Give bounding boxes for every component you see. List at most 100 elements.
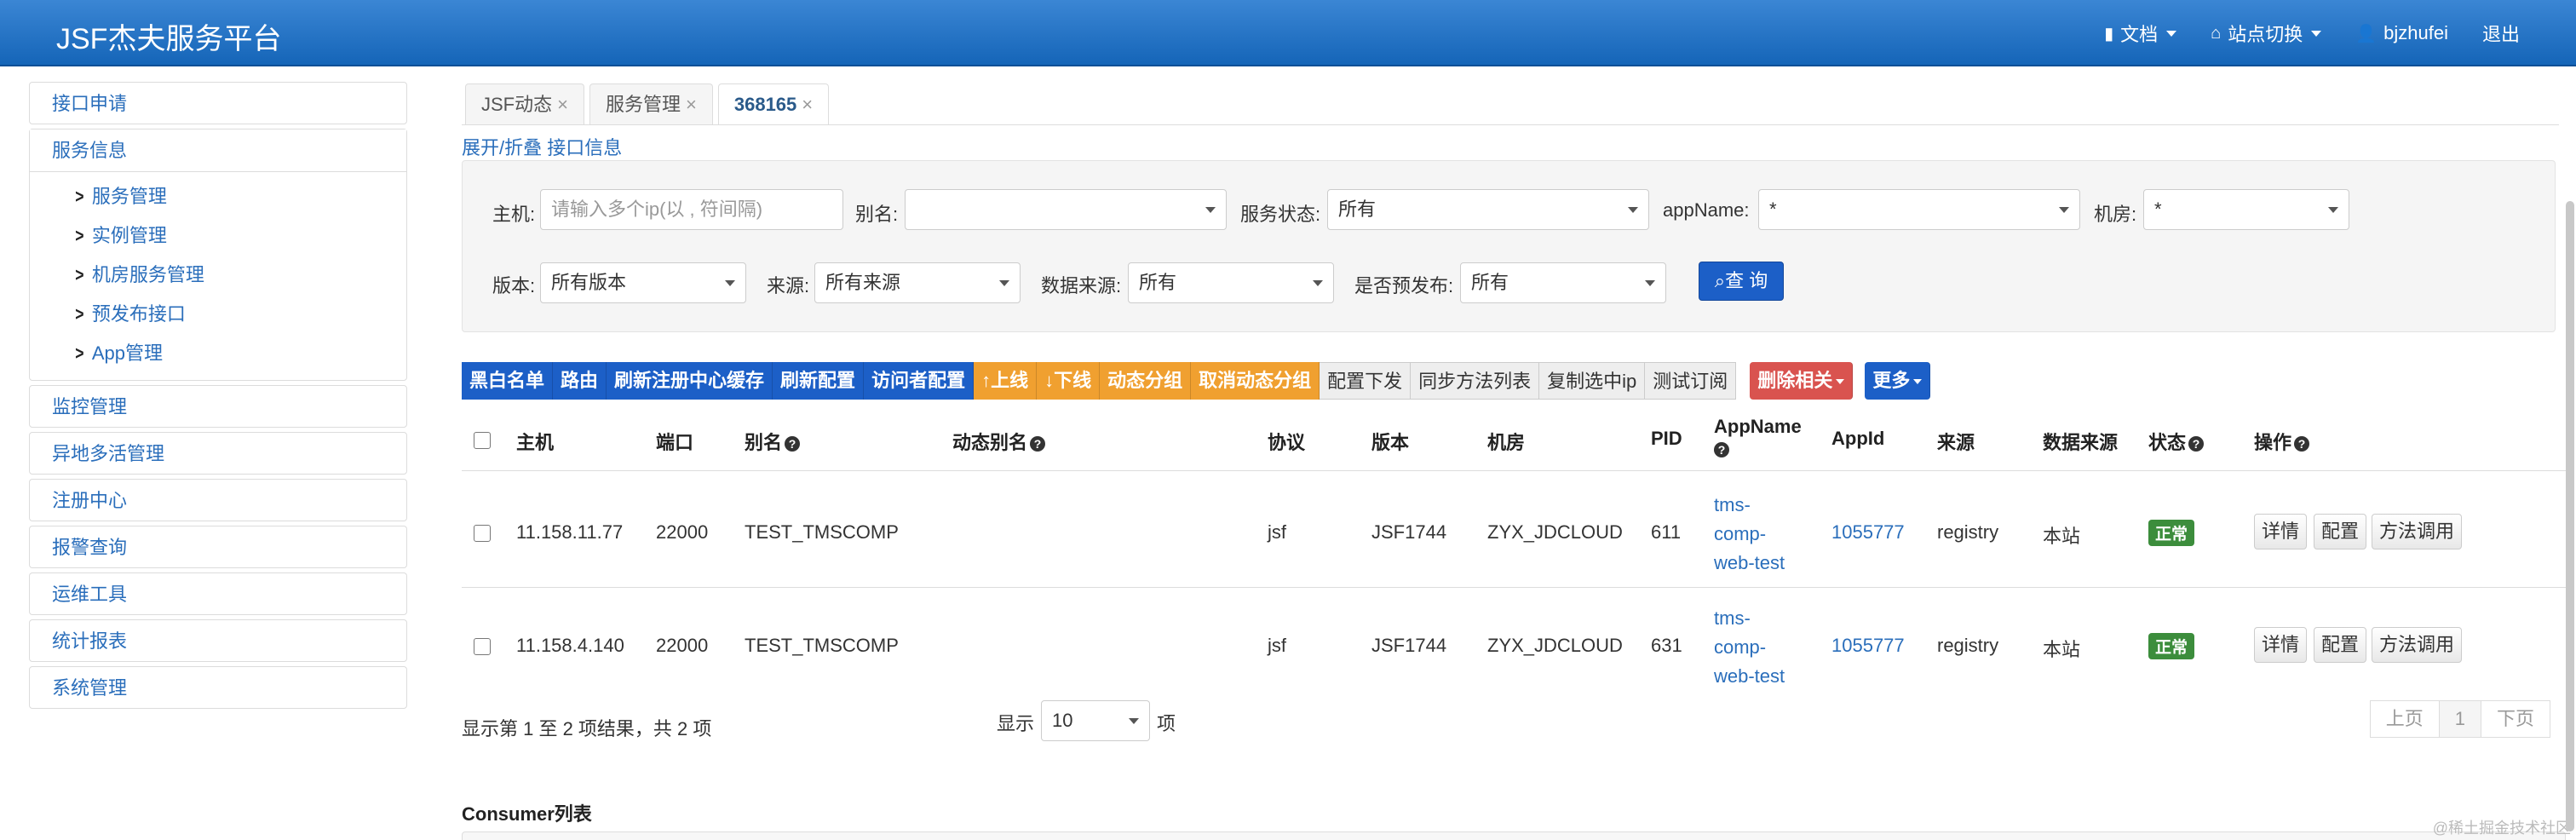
help-icon[interactable]: ? (1714, 442, 1729, 458)
dynamic-group-button[interactable]: 动态分组 (1100, 362, 1192, 400)
sidebar-item-ops-tools[interactable]: 运维工具 (29, 572, 407, 615)
status-select[interactable]: 所有 (1327, 189, 1649, 230)
cell-appid-link[interactable]: 1055777 (1831, 635, 1905, 657)
sidebar: 接口申请 服务信息 > 服务管理 > 实例管理 > 机房服务管理 > 预发布接口 > Ap… (29, 82, 407, 713)
sidebar-item-api-apply[interactable]: 接口申请 (29, 82, 407, 124)
sidebar-item-reports[interactable]: 统计报表 (29, 619, 407, 662)
vertical-scrollbar[interactable] (2566, 201, 2574, 831)
tab-label: 368165 (733, 94, 797, 115)
config-push-button[interactable]: 配置下发 (1320, 362, 1412, 400)
route-button[interactable]: 路由 (553, 362, 607, 400)
chevron-down-icon (725, 280, 735, 286)
user-menu[interactable]: 👤 bjzhufei (2338, 0, 2465, 66)
col-appid: AppId (1831, 428, 1885, 449)
logout-link[interactable]: 退出 (2465, 0, 2537, 66)
sidebar-item-monitor[interactable]: 监控管理 (29, 385, 407, 428)
prev-page-button[interactable]: 上页 (2369, 700, 2440, 738)
test-subscribe-button[interactable]: 测试订阅 (1645, 362, 1737, 400)
cell-alias: TEST_TMSCOMP (745, 635, 899, 656)
blacklist-whitelist-button[interactable]: 黑白名单 (462, 362, 554, 400)
switch-site-menu[interactable]: ⌂ 站点切换 (2194, 0, 2338, 66)
page-size-value: 10 (1052, 710, 1073, 731)
docs-menu[interactable]: ▮ 文档 (2087, 0, 2194, 66)
brand-title[interactable]: JSF杰夫服务平台 (56, 15, 281, 57)
sidebar-subitem-label: App管理 (91, 342, 164, 364)
tab-label: JSF动态 (481, 94, 553, 115)
query-button[interactable]: ⌕查 询 (1699, 262, 1784, 301)
cell-appid-link[interactable]: 1055777 (1831, 521, 1905, 544)
version-select[interactable]: 所有版本 (540, 262, 746, 303)
close-icon[interactable]: × (557, 94, 568, 115)
sidebar-subitem-prerelease-api[interactable]: > 预发布接口 (30, 295, 406, 334)
cell-appname-link[interactable]: tms- comp- web-test (1714, 491, 1785, 578)
method-call-button[interactable]: 方法调用 (2372, 627, 2463, 663)
sync-method-list-button[interactable]: 同步方法列表 (1411, 362, 1540, 400)
toggle-interface-info-link[interactable]: 展开/折叠 接口信息 (462, 133, 622, 160)
copy-selected-ip-button[interactable]: 复制选中ip (1539, 362, 1646, 400)
col-appname: AppName? (1714, 416, 1802, 460)
config-button[interactable]: 配置 (2314, 627, 2367, 663)
watermark: @稀土掘金技术社区 (2432, 820, 2571, 837)
alias-select[interactable] (905, 189, 1227, 230)
more-dropdown[interactable]: 更多 (1865, 362, 1931, 400)
select-all-checkbox[interactable] (474, 432, 491, 449)
refresh-registry-cache-button[interactable]: 刷新注册中心缓存 (607, 362, 773, 400)
chevron-down-icon (2166, 30, 2177, 37)
config-button[interactable]: 配置 (2314, 514, 2367, 549)
tab-label: 服务管理 (605, 94, 681, 115)
cell-source: registry (1937, 635, 1999, 656)
detail-button[interactable]: 详情 (2254, 514, 2308, 549)
sidebar-subitem-instance-mgmt[interactable]: > 实例管理 (30, 216, 406, 256)
online-button[interactable]: ↑上线 (974, 362, 1038, 400)
close-icon[interactable]: × (802, 94, 813, 115)
prerelease-select[interactable]: 所有 (1460, 262, 1666, 303)
sidebar-item-alarm[interactable]: 报警查询 (29, 526, 407, 568)
appname-label: appName: (1663, 199, 1750, 221)
chevron-right-icon: > (75, 342, 84, 364)
help-icon[interactable]: ? (1030, 436, 1046, 452)
method-call-button[interactable]: 方法调用 (2372, 514, 2463, 549)
sidebar-subitem-room-service-mgmt[interactable]: > 机房服务管理 (30, 256, 406, 295)
col-version: 版本 (1371, 432, 1410, 453)
sidebar-subitem-service-mgmt[interactable]: > 服务管理 (30, 177, 406, 216)
sidebar-item-service-info[interactable]: 服务信息 (30, 129, 406, 172)
offline-button[interactable]: ↓下线 (1037, 362, 1101, 400)
tab-service-mgmt[interactable]: 服务管理 × (589, 83, 713, 124)
visitor-config-button[interactable]: 访问者配置 (864, 362, 975, 400)
col-ops: 操作? (2254, 428, 2310, 455)
help-icon[interactable]: ? (2188, 436, 2205, 452)
appname-line: comp- (1714, 636, 1767, 658)
page-number[interactable]: 1 (2438, 700, 2481, 738)
datasource-select[interactable]: 所有 (1128, 262, 1334, 303)
consumer-list-title: Consumer列表 (462, 803, 592, 825)
refresh-config-button[interactable]: 刷新配置 (773, 362, 865, 400)
online-label: 上线 (991, 370, 1029, 391)
arrow-down-icon: ↓ (1044, 370, 1055, 391)
close-icon[interactable]: × (686, 94, 697, 115)
row-checkbox[interactable] (474, 525, 491, 542)
prerelease-value: 所有 (1471, 272, 1509, 293)
tab-368165[interactable]: 368165 × (717, 83, 830, 124)
sidebar-subitem-app-mgmt[interactable]: > App管理 (30, 334, 406, 373)
tab-jsf-dynamic[interactable]: JSF动态 × (465, 83, 584, 124)
next-page-button[interactable]: 下页 (2480, 700, 2550, 738)
source-select[interactable]: 所有来源 (814, 262, 1021, 303)
sidebar-item-system[interactable]: 系统管理 (29, 666, 407, 709)
page-size-select[interactable]: 10 (1041, 700, 1150, 741)
col-dyn-alias-label: 动态别名 (952, 432, 1028, 453)
cell-host: 11.158.11.77 (516, 521, 624, 543)
room-select[interactable]: * (2143, 189, 2349, 230)
help-icon[interactable]: ? (2294, 436, 2310, 452)
switch-site-label: 站点切换 (2228, 24, 2303, 45)
host-input[interactable]: 请输入多个ip(以 , 符间隔) (540, 189, 843, 230)
filter-panel (462, 160, 2556, 332)
appname-select[interactable]: * (1758, 189, 2080, 230)
delete-related-dropdown[interactable]: 删除相关 (1750, 362, 1854, 400)
sidebar-item-multi-active[interactable]: 异地多活管理 (29, 432, 407, 475)
cell-appname-link[interactable]: tms- comp- web-test (1714, 604, 1785, 691)
cancel-dynamic-group-button[interactable]: 取消动态分组 (1191, 362, 1320, 400)
row-checkbox[interactable] (474, 638, 491, 655)
help-icon[interactable]: ? (785, 436, 801, 452)
sidebar-item-registry[interactable]: 注册中心 (29, 479, 407, 521)
detail-button[interactable]: 详情 (2254, 627, 2308, 663)
